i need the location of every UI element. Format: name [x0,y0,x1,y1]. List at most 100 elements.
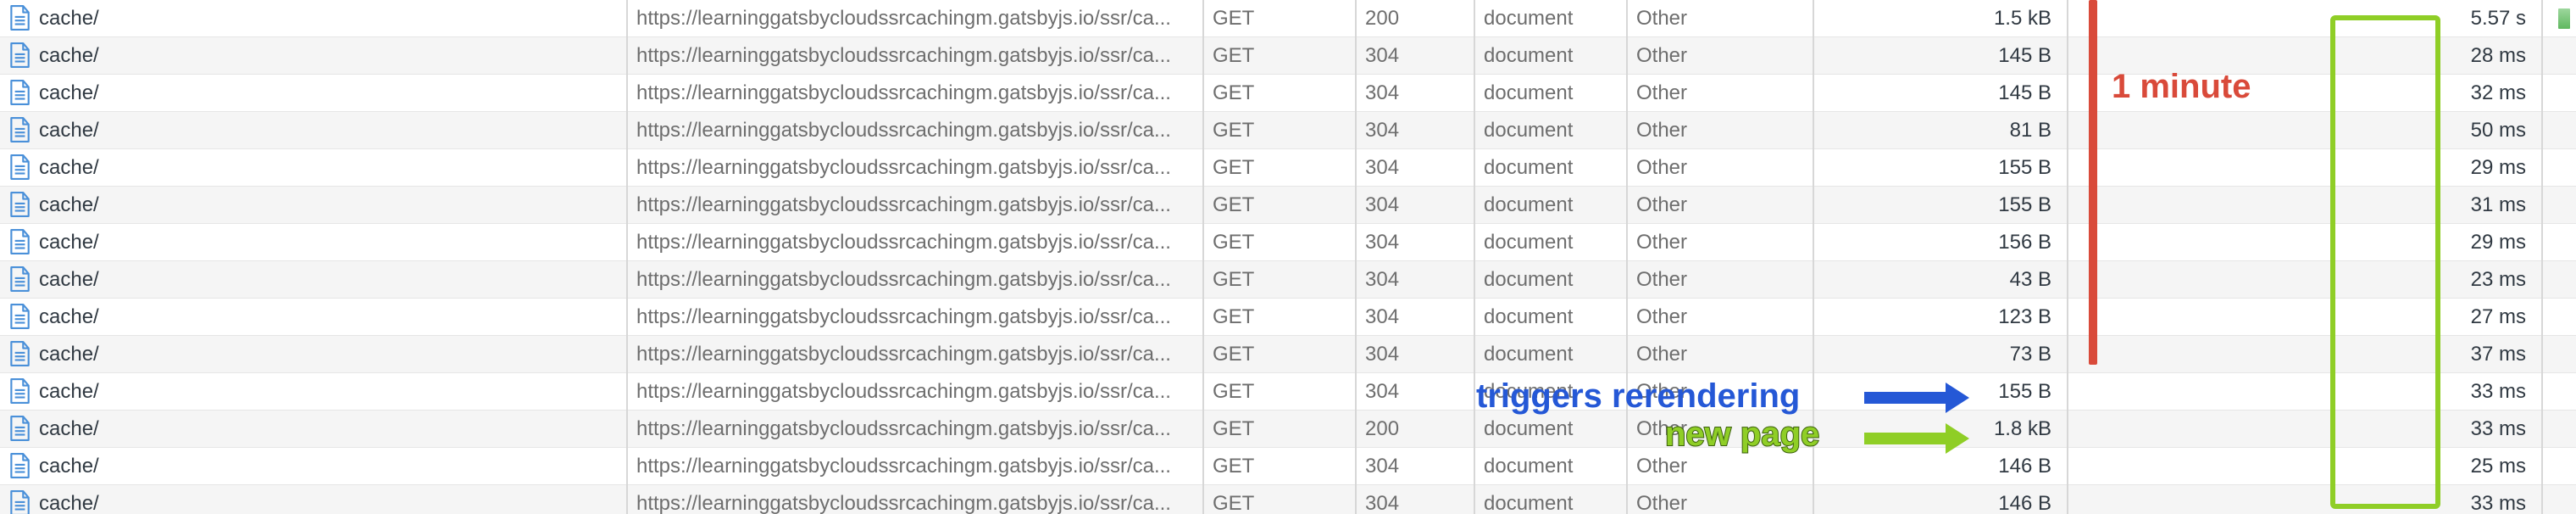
name-cell[interactable]: cache/ [0,0,627,37]
type-cell: document [1474,112,1627,149]
table-row[interactable]: cache/https://learninggatsbycloudssrcach… [0,75,2576,112]
waterfall-cell[interactable] [2542,0,2576,37]
initiator-cell[interactable]: Other [1627,224,1813,261]
url-cell[interactable]: https://learninggatsbycloudssrcachingm.g… [627,0,1203,37]
document-icon [8,80,31,105]
table-row[interactable]: cache/https://learninggatsbycloudssrcach… [0,224,2576,261]
name-cell[interactable]: cache/ [0,187,627,224]
table-row[interactable]: cache/https://learninggatsbycloudssrcach… [0,299,2576,336]
waterfall-cell[interactable] [2542,485,2576,514]
table-row[interactable]: cache/https://learninggatsbycloudssrcach… [0,149,2576,187]
name-cell[interactable]: cache/ [0,224,627,261]
request-name: cache/ [39,156,99,179]
initiator-cell[interactable]: Other [1627,336,1813,373]
name-cell[interactable]: cache/ [0,261,627,299]
name-cell[interactable]: cache/ [0,411,627,448]
size-cell: 43 B [1813,261,2068,299]
name-cell[interactable]: cache/ [0,112,627,149]
url-cell[interactable]: https://learninggatsbycloudssrcachingm.g… [627,261,1203,299]
url-cell[interactable]: https://learninggatsbycloudssrcachingm.g… [627,373,1203,411]
waterfall-cell[interactable] [2542,448,2576,485]
time-cell: 33 ms [2068,485,2542,514]
table-row[interactable]: cache/https://learninggatsbycloudssrcach… [0,485,2576,514]
table-row[interactable]: cache/https://learninggatsbycloudssrcach… [0,37,2576,75]
name-cell[interactable]: cache/ [0,485,627,514]
table-row[interactable]: cache/https://learninggatsbycloudssrcach… [0,261,2576,299]
waterfall-cell[interactable] [2542,373,2576,411]
waterfall-cell[interactable] [2542,336,2576,373]
url-cell[interactable]: https://learninggatsbycloudssrcachingm.g… [627,448,1203,485]
waterfall-cell[interactable] [2542,37,2576,75]
request-name: cache/ [39,305,99,328]
table-row[interactable]: cache/https://learninggatsbycloudssrcach… [0,0,2576,37]
url-cell[interactable]: https://learninggatsbycloudssrcachingm.g… [627,336,1203,373]
type-cell: document [1474,373,1627,411]
initiator-cell[interactable]: Other [1627,261,1813,299]
waterfall-cell[interactable] [2542,224,2576,261]
initiator-cell[interactable]: Other [1627,149,1813,187]
document-icon [8,490,31,514]
waterfall-cell[interactable] [2542,411,2576,448]
table-row[interactable]: cache/https://learninggatsbycloudssrcach… [0,448,2576,485]
network-table: cache/https://learninggatsbycloudssrcach… [0,0,2576,514]
waterfall-cell[interactable] [2542,112,2576,149]
name-cell[interactable]: cache/ [0,373,627,411]
size-cell: 155 B [1813,187,2068,224]
table-row[interactable]: cache/https://learninggatsbycloudssrcach… [0,112,2576,149]
initiator-cell[interactable]: Other [1627,75,1813,112]
method-cell: GET [1203,411,1356,448]
request-name: cache/ [39,268,99,291]
waterfall-cell[interactable] [2542,299,2576,336]
url-cell[interactable]: https://learninggatsbycloudssrcachingm.g… [627,187,1203,224]
url-cell[interactable]: https://learninggatsbycloudssrcachingm.g… [627,112,1203,149]
document-icon [8,453,31,478]
initiator-cell[interactable]: Other [1627,299,1813,336]
initiator-cell[interactable]: Other [1627,448,1813,485]
waterfall-cell[interactable] [2542,261,2576,299]
name-cell[interactable]: cache/ [0,149,627,187]
table-row[interactable]: cache/https://learninggatsbycloudssrcach… [0,336,2576,373]
method-cell: GET [1203,373,1356,411]
document-icon [8,5,31,31]
url-cell[interactable]: https://learninggatsbycloudssrcachingm.g… [627,149,1203,187]
url-cell[interactable]: https://learninggatsbycloudssrcachingm.g… [627,485,1203,514]
method-cell: GET [1203,299,1356,336]
method-cell: GET [1203,485,1356,514]
name-cell[interactable]: cache/ [0,75,627,112]
status-cell: 304 [1356,224,1474,261]
table-row[interactable]: cache/https://learninggatsbycloudssrcach… [0,187,2576,224]
type-cell: document [1474,448,1627,485]
method-cell: GET [1203,37,1356,75]
initiator-cell[interactable]: Other [1627,187,1813,224]
status-cell: 304 [1356,485,1474,514]
document-icon [8,378,31,404]
url-cell[interactable]: https://learninggatsbycloudssrcachingm.g… [627,75,1203,112]
url-cell[interactable]: https://learninggatsbycloudssrcachingm.g… [627,37,1203,75]
url-cell[interactable]: https://learninggatsbycloudssrcachingm.g… [627,224,1203,261]
status-cell: 200 [1356,411,1474,448]
waterfall-cell[interactable] [2542,75,2576,112]
initiator-cell[interactable]: Other [1627,411,1813,448]
document-icon [8,304,31,329]
url-cell[interactable]: https://learninggatsbycloudssrcachingm.g… [627,299,1203,336]
name-cell[interactable]: cache/ [0,448,627,485]
table-row[interactable]: cache/https://learninggatsbycloudssrcach… [0,411,2576,448]
time-cell: 37 ms [2068,336,2542,373]
initiator-cell[interactable]: Other [1627,112,1813,149]
name-cell[interactable]: cache/ [0,37,627,75]
initiator-cell[interactable]: Other [1627,373,1813,411]
method-cell: GET [1203,75,1356,112]
method-cell: GET [1203,187,1356,224]
waterfall-cell[interactable] [2542,149,2576,187]
name-cell[interactable]: cache/ [0,299,627,336]
type-cell: document [1474,149,1627,187]
table-row[interactable]: cache/https://learninggatsbycloudssrcach… [0,373,2576,411]
url-cell[interactable]: https://learninggatsbycloudssrcachingm.g… [627,411,1203,448]
name-cell[interactable]: cache/ [0,336,627,373]
time-cell: 33 ms [2068,373,2542,411]
initiator-cell[interactable]: Other [1627,0,1813,37]
waterfall-cell[interactable] [2542,187,2576,224]
initiator-cell[interactable]: Other [1627,485,1813,514]
method-cell: GET [1203,224,1356,261]
initiator-cell[interactable]: Other [1627,37,1813,75]
